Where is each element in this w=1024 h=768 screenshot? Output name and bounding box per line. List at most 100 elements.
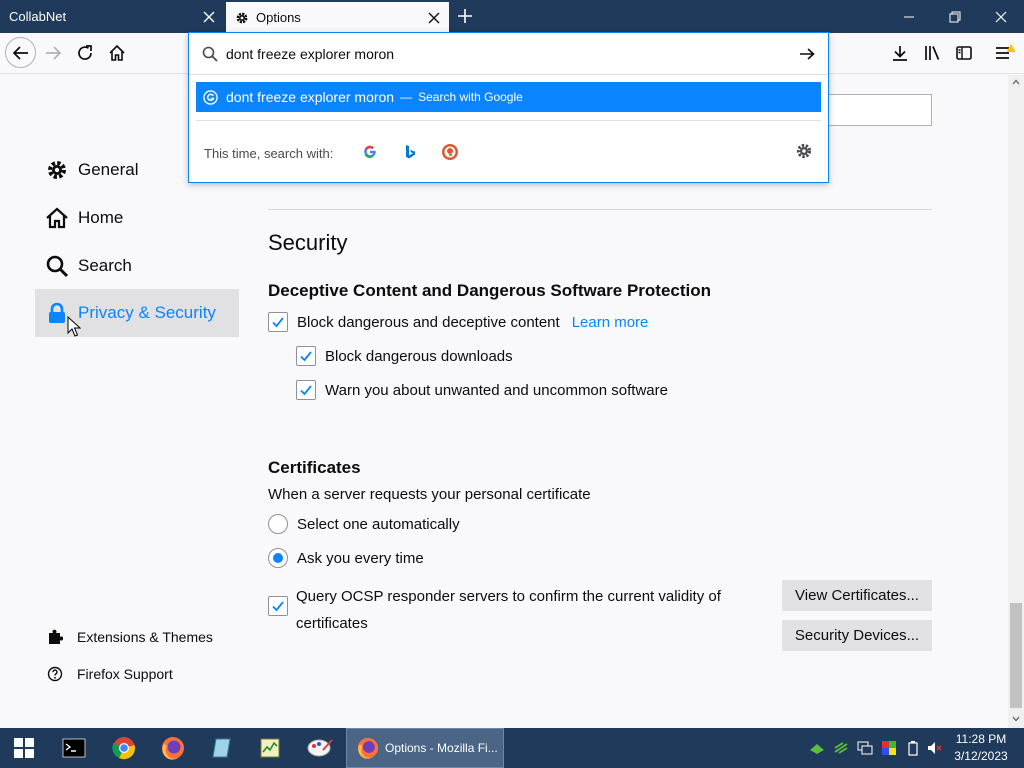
- category-label: General: [78, 160, 139, 179]
- taskbar-notepad[interactable]: [208, 734, 236, 762]
- scroll-down-icon[interactable]: [1012, 716, 1020, 722]
- security-devices-button[interactable]: Security Devices...: [782, 620, 932, 651]
- select-auto-label: Select one automatically: [297, 515, 460, 533]
- back-arrow-icon: [12, 45, 28, 60]
- windows-taskbar: Options - Mozilla Fi... 11:28 PM 3/12/20…: [0, 728, 1024, 768]
- firefox-icon: [357, 737, 379, 759]
- battery-tray-icon[interactable]: [905, 740, 921, 756]
- category-label: Privacy & Security: [78, 303, 216, 322]
- category-home[interactable]: Home: [35, 194, 239, 242]
- lock-icon: [49, 302, 65, 323]
- library-icon: [925, 46, 940, 60]
- home-icon: [46, 207, 68, 229]
- clock-date: 3/12/2023: [954, 749, 1008, 763]
- deceptive-content-heading: Deceptive Content and Dangerous Software…: [268, 281, 712, 300]
- taskbar-paint[interactable]: [306, 734, 334, 762]
- sidebar-toggle-button[interactable]: [949, 38, 979, 68]
- block-deceptive-row: Block dangerous and deceptive content Le…: [268, 312, 648, 332]
- category-search[interactable]: Search: [35, 242, 239, 290]
- search-icon: [46, 255, 69, 278]
- checkmark-icon: [272, 601, 284, 612]
- warn-unwanted-checkbox[interactable]: [296, 380, 316, 400]
- block-downloads-checkbox[interactable]: [296, 346, 316, 366]
- scroll-up-icon[interactable]: [1012, 79, 1020, 85]
- help-icon: [47, 666, 63, 682]
- section-divider: [268, 209, 932, 210]
- duckduckgo-engine-icon[interactable]: [441, 143, 459, 161]
- firefox-support-link[interactable]: Firefox Support: [47, 666, 173, 682]
- ask-every-label: Ask you every time: [297, 549, 424, 567]
- tab-collabnet[interactable]: CollabNet: [0, 0, 224, 33]
- checkmark-icon: [300, 385, 312, 396]
- downloads-button[interactable]: [885, 38, 915, 68]
- close-tab-icon[interactable]: [202, 10, 216, 24]
- menu-button[interactable]: [990, 38, 1020, 68]
- search-settings-gear-icon[interactable]: [795, 142, 813, 160]
- checkmark-icon: [272, 317, 284, 328]
- ocsp-checkbox[interactable]: [268, 596, 288, 616]
- home-button[interactable]: [102, 38, 132, 68]
- task-manager-icon: [260, 738, 280, 758]
- new-tab-icon[interactable]: [456, 7, 474, 25]
- close-tab-icon[interactable]: [427, 11, 441, 25]
- learn-more-link[interactable]: Learn more: [572, 314, 649, 331]
- system-clock[interactable]: 11:28 PM 3/12/2023: [948, 731, 1014, 765]
- puzzle-icon: [49, 629, 63, 644]
- footer-label: Extensions & Themes: [77, 629, 213, 645]
- extensions-themes-link[interactable]: Extensions & Themes: [47, 629, 213, 645]
- display-tray-icon[interactable]: [857, 740, 873, 756]
- bing-engine-icon[interactable]: [402, 144, 418, 160]
- gear-icon: [236, 12, 248, 23]
- select-auto-radio[interactable]: [268, 514, 288, 534]
- color-tray-icon[interactable]: [881, 740, 897, 756]
- minimize-button[interactable]: [886, 0, 932, 33]
- suggestion-text: dont freeze explorer moron: [226, 89, 395, 105]
- back-button[interactable]: [5, 37, 36, 68]
- suggestion-action: Search with Google: [418, 90, 523, 104]
- taskbar-firefox[interactable]: [159, 734, 187, 762]
- chrome-icon: [112, 737, 135, 760]
- forward-arrow-icon: [46, 46, 62, 60]
- category-label: Search: [78, 256, 132, 275]
- footer-label: Firefox Support: [77, 666, 173, 682]
- start-button[interactable]: [10, 734, 38, 762]
- search-suggestion-row[interactable]: dont freeze explorer moron — Search with…: [196, 82, 821, 112]
- checkmark-icon: [300, 351, 312, 362]
- restore-button[interactable]: [932, 0, 978, 33]
- network-tray-icon[interactable]: [809, 740, 825, 756]
- urlbar-input[interactable]: dont freeze explorer moron: [226, 46, 394, 62]
- go-arrow-icon[interactable]: [798, 45, 816, 63]
- warn-unwanted-label: Warn you about unwanted and uncommon sof…: [325, 381, 668, 399]
- notepad-icon: [212, 738, 231, 758]
- volume-muted-tray-icon[interactable]: [927, 740, 943, 756]
- tab-options[interactable]: Options: [226, 2, 449, 33]
- taskbar-terminal[interactable]: [60, 734, 88, 762]
- sync-tray-icon[interactable]: [833, 740, 849, 756]
- taskbar-task-manager[interactable]: [256, 734, 284, 762]
- google-engine-icon[interactable]: [362, 144, 378, 160]
- windows-logo-icon: [14, 738, 34, 758]
- google-icon: [203, 89, 218, 105]
- urlbar-input-row[interactable]: dont freeze explorer moron: [189, 33, 828, 75]
- warn-unwanted-row: Warn you about unwanted and uncommon sof…: [296, 380, 668, 400]
- taskbar-firefox-window[interactable]: Options - Mozilla Fi...: [346, 728, 504, 768]
- block-deceptive-label: Block dangerous and deceptive content: [297, 313, 560, 331]
- view-certificates-button[interactable]: View Certificates...: [782, 580, 932, 611]
- taskbar-chrome[interactable]: [110, 734, 138, 762]
- block-deceptive-checkbox[interactable]: [268, 312, 288, 332]
- tab-label: CollabNet: [9, 9, 67, 24]
- ask-every-radio[interactable]: [268, 548, 288, 568]
- search-icon: [202, 46, 218, 62]
- home-icon: [109, 44, 125, 61]
- close-window-button[interactable]: [978, 0, 1024, 33]
- reload-button[interactable]: [70, 38, 100, 68]
- firefox-icon: [162, 737, 184, 760]
- scroll-thumb[interactable]: [1010, 603, 1022, 708]
- taskbar-window-label: Options - Mozilla Fi...: [385, 741, 498, 755]
- block-downloads-label: Block dangerous downloads: [325, 347, 513, 365]
- forward-button[interactable]: [38, 38, 68, 68]
- category-privacy-security[interactable]: Privacy & Security: [35, 289, 239, 337]
- vertical-scrollbar[interactable]: [1008, 75, 1024, 728]
- library-button[interactable]: [917, 38, 947, 68]
- security-heading: Security: [268, 230, 348, 255]
